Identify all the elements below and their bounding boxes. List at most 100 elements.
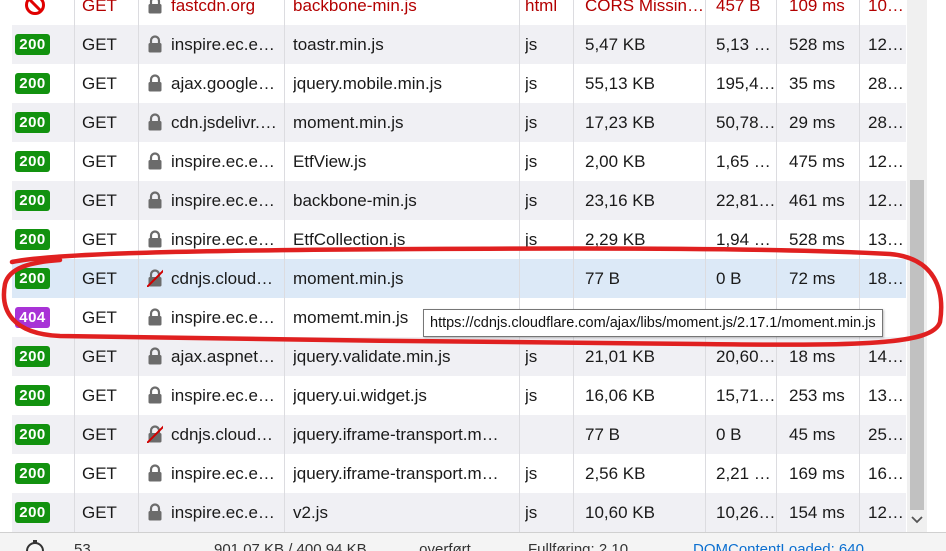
status-cell: 200 [12, 181, 70, 220]
column-divider [519, 0, 520, 25]
request-row[interactable]: 200 GET inspire.ec.e… v2.js js 10,60 KB 10,26…… [12, 493, 906, 532]
size-cell: 50,78… [716, 113, 776, 132]
domcontentloaded-time[interactable]: DOMContentLoaded: 640 … [693, 533, 883, 551]
waterfall-cell: 12… [868, 191, 904, 210]
scrollbar-thumb[interactable] [910, 180, 924, 510]
size-cell: 457 B [716, 0, 761, 15]
lock-icon [148, 0, 162, 14]
domain-text: cdn.jsdelivr.… [171, 113, 277, 132]
column-divider [519, 415, 520, 454]
column-divider [519, 376, 520, 415]
request-row[interactable]: 200 GET cdnjs.cloud… moment.min.js 77 B 0 B 72… [12, 259, 906, 298]
column-divider [284, 181, 285, 220]
column-divider [705, 493, 706, 532]
domain-cell: cdnjs.cloud… [144, 259, 284, 298]
lock-icon [148, 35, 162, 53]
request-row[interactable]: 200 GET cdnjs.cloud… jquery.iframe-transpor… [12, 415, 906, 454]
chevron-down-icon[interactable] [909, 512, 925, 528]
type-cell: html [525, 0, 558, 15]
column-divider [573, 64, 574, 103]
status-cell: 200 [12, 259, 70, 298]
waterfall-cell: 10… [868, 0, 904, 15]
lock-icon [148, 347, 162, 365]
status-cell: 200 [12, 220, 70, 259]
column-divider [859, 25, 860, 64]
status-cell: 200 [12, 103, 70, 142]
column-divider [74, 142, 75, 181]
type-cell: js [525, 191, 538, 210]
lock-icon [148, 74, 162, 92]
request-row[interactable]: 200 GET ajax.aspnet… jquery.validate.min.js… [12, 337, 906, 376]
file-cell: jquery.iframe-transport.m… [293, 425, 499, 444]
request-row[interactable]: 200 GET inspire.ec.e… EtfCollection.js js 2,2… [12, 220, 906, 259]
waterfall-cell: 18… [868, 269, 904, 288]
column-divider [705, 220, 706, 259]
request-row[interactable]: GET fastcdn.org backbone-min.js html CORS Mi… [12, 0, 906, 25]
size-cell: 15,71… [716, 386, 776, 405]
file-cell: backbone-min.js [293, 191, 417, 210]
type-cell: js [525, 464, 538, 483]
domain-cell: fastcdn.org [144, 0, 284, 25]
column-divider [859, 142, 860, 181]
method-cell: GET [82, 347, 117, 366]
transferred-cell: 2,29 KB [585, 230, 646, 249]
lock-icon [148, 386, 162, 404]
domain-cell: inspire.ec.e… [144, 25, 284, 64]
waterfall-cell: 28… [868, 74, 904, 93]
waterfall-cell: 25… [868, 425, 904, 444]
duration-cell: 72 ms [789, 269, 836, 288]
type-cell [525, 259, 573, 298]
size-cell: 1,94 … [716, 230, 771, 249]
waterfall-cell: 28… [868, 113, 904, 132]
column-divider [284, 454, 285, 493]
column-divider [776, 181, 777, 220]
status-cell: 200 [12, 64, 70, 103]
transferred-cell: 2,00 KB [585, 152, 646, 171]
request-row[interactable]: 200 GET cdn.jsdelivr.… moment.min.js js 17,23… [12, 103, 906, 142]
method-cell: GET [82, 191, 117, 210]
domain-cell: inspire.ec.e… [144, 220, 284, 259]
vertical-scrollbar[interactable] [907, 0, 927, 532]
column-divider [859, 493, 860, 532]
request-row[interactable]: 200 GET inspire.ec.e… toastr.min.js js 5,47 K… [12, 25, 906, 64]
column-divider [138, 493, 139, 532]
lock-icon [148, 113, 162, 131]
column-divider [138, 181, 139, 220]
column-divider [705, 181, 706, 220]
duration-cell: 109 ms [789, 0, 845, 15]
status-badge: 200 [15, 268, 50, 289]
column-divider [74, 298, 75, 337]
method-cell: GET [82, 35, 117, 54]
file-cell: jquery.mobile.min.js [293, 74, 442, 93]
column-divider [573, 0, 574, 25]
request-row[interactable]: 200 GET inspire.ec.e… jquery.iframe-transpo… [12, 454, 906, 493]
request-row[interactable]: 200 GET inspire.ec.e… backbone-min.js js 23,1… [12, 181, 906, 220]
column-divider [74, 220, 75, 259]
waterfall-cell: 13… [868, 386, 904, 405]
column-divider [284, 64, 285, 103]
file-cell: v2.js [293, 503, 328, 522]
column-divider [519, 25, 520, 64]
waterfall-cell: 12… [868, 152, 904, 171]
domain-text: inspire.ec.e… [171, 386, 275, 405]
method-cell: GET [82, 503, 117, 522]
size-cell: 0 B [716, 425, 742, 444]
column-divider [138, 25, 139, 64]
domain-cell: inspire.ec.e… [144, 376, 284, 415]
request-row[interactable]: 200 GET ajax.google… jquery.mobile.min.js js… [12, 64, 906, 103]
domain-text: inspire.ec.e… [171, 152, 275, 171]
column-divider [138, 376, 139, 415]
column-divider [776, 415, 777, 454]
column-divider [705, 337, 706, 376]
request-row[interactable]: 200 GET inspire.ec.e… EtfView.js js 2,00 KB 1,… [12, 142, 906, 181]
column-divider [138, 64, 139, 103]
lock-icon [148, 152, 162, 170]
column-divider [705, 259, 706, 298]
column-divider [519, 493, 520, 532]
column-divider [573, 376, 574, 415]
column-divider [138, 298, 139, 337]
size-cell: 10,26… [716, 503, 776, 522]
file-cell: jquery.ui.widget.js [293, 386, 427, 405]
column-divider [573, 220, 574, 259]
request-row[interactable]: 200 GET inspire.ec.e… jquery.ui.widget.js js… [12, 376, 906, 415]
